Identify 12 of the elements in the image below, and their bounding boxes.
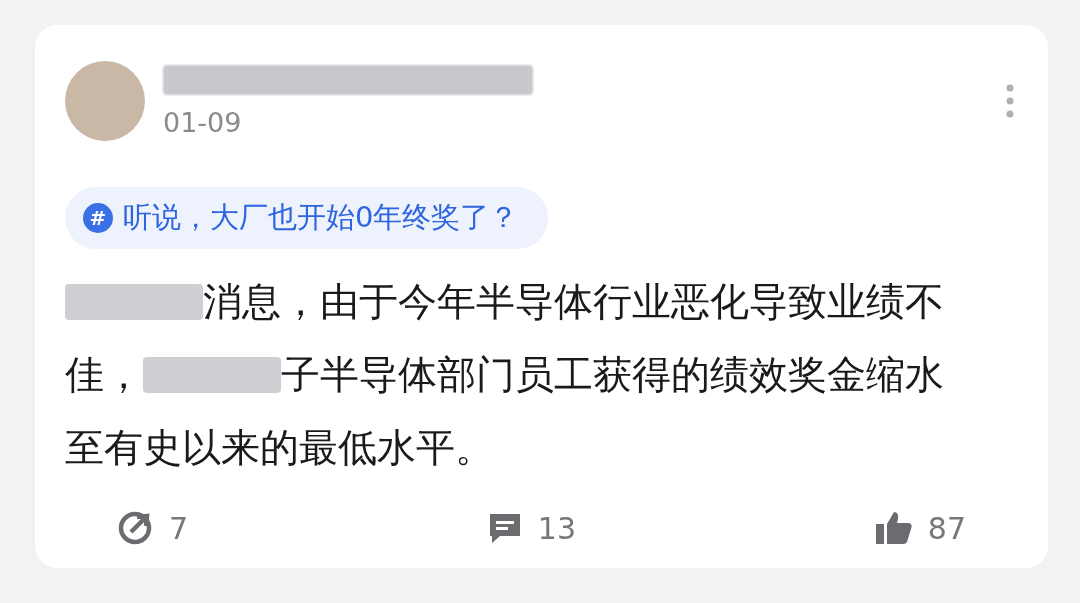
post-text: 至有史以来的最低水平。 xyxy=(65,424,494,472)
thumbs-up-icon[interactable] xyxy=(873,510,914,546)
post-text: 子半导体部门员工获得的绩效奖金缩水 xyxy=(281,351,944,399)
comment-count: 13 xyxy=(537,510,577,546)
topic-tag[interactable]: # 听说，大厂也开始0年终奖了？ xyxy=(65,187,549,249)
post-text: 消息，由于今年半导体行业恶化导致业绩不 xyxy=(203,278,944,326)
hashtag-icon: # xyxy=(83,203,113,233)
post-text: 佳， xyxy=(65,351,143,399)
share-count: 7 xyxy=(169,510,189,546)
like-count: 87 xyxy=(927,510,966,546)
post-date: 01-09 xyxy=(163,106,243,138)
topic-label: 听说，大厂也开始0年终奖了？ xyxy=(123,199,519,236)
